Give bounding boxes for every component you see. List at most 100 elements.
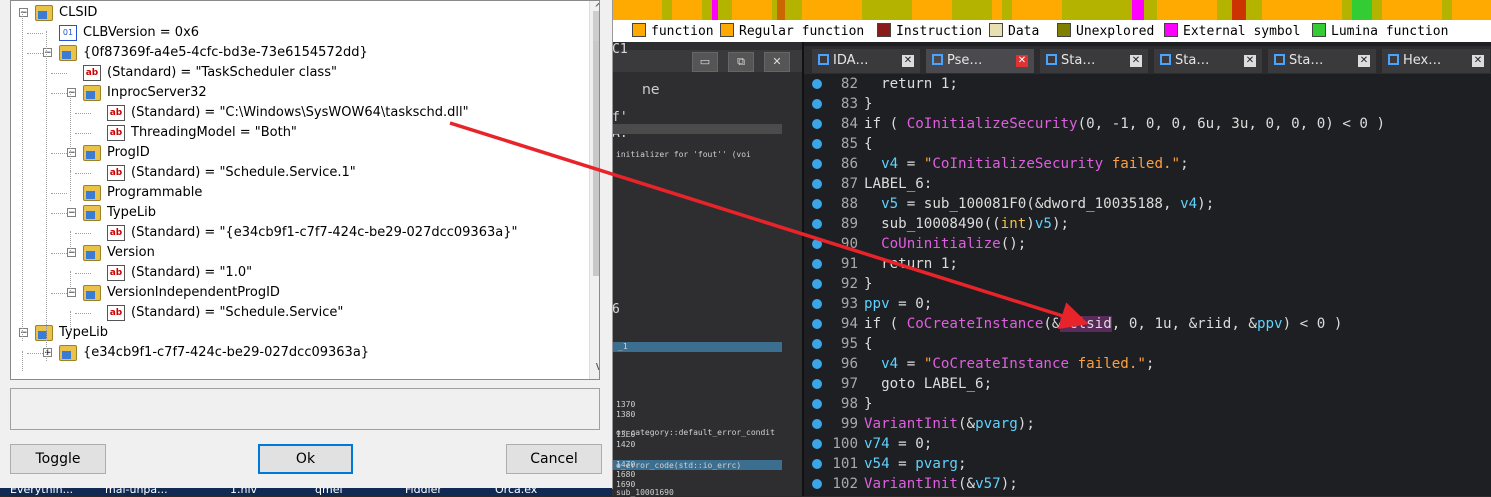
tab-3[interactable]: Sta… ✕ [1154,49,1262,73]
tree-node[interactable]: − CLSID [11,3,581,23]
breakpoint-dot-icon[interactable] [812,379,822,389]
tab-5[interactable]: Hex… ✕ [1382,49,1490,73]
scroll-thumb[interactable] [593,41,599,276]
tab-close-icon[interactable]: ✕ [1130,55,1142,67]
code-line[interactable]: 92} [804,274,1491,294]
breakpoint-dot-icon[interactable] [812,159,822,169]
breakpoint-dot-icon[interactable] [812,319,822,329]
scroll-down-arrow[interactable]: v [590,359,599,375]
breakpoint-dot-icon[interactable] [812,79,822,89]
breakpoint-dot-icon[interactable] [812,239,822,249]
breakpoint-dot-icon[interactable] [812,179,822,189]
breakpoint-dot-icon[interactable] [812,419,822,429]
tree-node[interactable]: Programmable [11,183,581,203]
tree-node[interactable]: − Version [11,243,581,263]
taskbar-item[interactable]: 1.hiv [230,488,257,495]
breakpoint-dot-icon[interactable] [812,199,822,209]
collapse-icon[interactable]: − [67,88,76,98]
breakpoint-dot-icon[interactable] [812,119,822,129]
breakpoint-dot-icon[interactable] [812,339,822,349]
tab-2[interactable]: Sta… ✕ [1040,49,1148,73]
code-line[interactable]: 102 VariantInit(&v57); [804,474,1491,494]
expand-icon[interactable]: + [43,348,52,358]
breakpoint-dot-icon[interactable] [812,219,822,229]
scroll-thumb-top[interactable] [593,11,599,41]
tab-close-icon[interactable]: ✕ [1244,55,1256,67]
code-line[interactable]: 83} [804,94,1491,114]
tab-close-icon[interactable]: ✕ [1472,55,1484,67]
tree-node[interactable]: ab (Standard) = "{e34cb9f1-c7f7-424c-be29… [11,223,581,243]
breakpoint-dot-icon[interactable] [812,479,822,489]
code-line[interactable]: 96 v4 = "CoCreateInstance failed."; [804,354,1491,374]
breakpoint-dot-icon[interactable] [812,359,822,369]
tree-node[interactable]: ab (Standard) = "C:\Windows\SysWOW64\task… [11,103,581,123]
breakpoint-dot-icon[interactable] [812,139,822,149]
tab-close-icon[interactable]: ✕ [1358,55,1370,67]
taskbar-item[interactable]: Orca.ex [495,488,537,495]
breakpoint-dot-icon[interactable] [812,399,822,409]
code-line[interactable]: 99 VariantInit(&pvarg); [804,414,1491,434]
breakpoint-dot-icon[interactable] [812,439,822,449]
tree-node[interactable]: 01 CLBVersion = 0x6 [11,23,581,43]
collapse-icon[interactable]: − [67,248,76,258]
tree-node[interactable]: − {0f87369f-a4e5-4cfc-bd3e-73e6154572dd} [11,43,581,63]
code-line[interactable]: 93 ppv = 0; [804,294,1491,314]
tree-node[interactable]: − ProgID [11,143,581,163]
code-line[interactable]: 95 { [804,334,1491,354]
breakpoint-dot-icon[interactable] [812,99,822,109]
code-line[interactable]: 100 v74 = 0; [804,434,1491,454]
tree-node[interactable]: − TypeLib [11,203,581,223]
taskbar-item[interactable]: Everythin... [10,488,73,495]
code-line[interactable]: 84 if ( CoInitializeSecurity(0, -1, 0, 0,… [804,114,1491,134]
code-line[interactable]: 87 LABEL_6: [804,174,1491,194]
tab-close-icon[interactable]: ✕ [902,55,914,67]
code-line[interactable]: 89 sub_10008490((int)v5); [804,214,1491,234]
collapse-icon[interactable]: − [67,208,76,218]
collapse-icon[interactable]: − [19,8,28,18]
collapse-icon[interactable]: − [67,288,76,298]
taskbar-item[interactable]: qmei [315,488,343,495]
navigation-band[interactable] [612,0,1491,20]
collapse-icon[interactable]: − [19,328,28,338]
code-line[interactable]: 98} [804,394,1491,414]
code-line[interactable]: 88 v5 = sub_100081F0(&dword_10035188, v4… [804,194,1491,214]
breakpoint-dot-icon[interactable] [812,279,822,289]
tile-button[interactable]: ⧉ [728,52,754,72]
ok-button[interactable]: Ok [258,444,353,474]
pseudocode-view[interactable]: 82 return 1; 83} 84 if ( CoInitializeSecuri… [804,74,1491,496]
collapse-icon[interactable]: − [67,148,76,158]
tree-node[interactable]: − TypeLib [11,323,581,343]
code-line[interactable]: 97 goto LABEL_6; [804,374,1491,394]
tree-scrollbar[interactable]: ^ v [589,1,599,379]
restore-button[interactable]: ▭ [692,52,718,72]
tree-node[interactable]: ab (Standard) = "Schedule.Service.1" [11,163,581,183]
tree-node[interactable]: ab ThreadingModel = "Both" [11,123,581,143]
code-line[interactable]: 82 return 1; [804,74,1491,94]
tab-4[interactable]: Sta… ✕ [1268,49,1376,73]
taskbar-item[interactable]: mal-unpa... [105,488,168,495]
tree-node[interactable]: ab (Standard) = "Schedule.Service" [11,303,581,323]
cancel-button[interactable]: Cancel [506,444,602,474]
tree-node[interactable]: ab (Standard) = "TaskScheduler class" [11,63,581,83]
tab-close-icon[interactable]: ✕ [1016,55,1028,67]
breakpoint-dot-icon[interactable] [812,459,822,469]
tree-node[interactable]: − InprocServer32 [11,83,581,103]
tree-node[interactable]: − VersionIndependentProgID [11,283,581,303]
registry-tree[interactable]: − CLSID 01 CLBVersion = 0x6 − {0f87369f-a4e5-… [10,0,600,380]
code-line[interactable]: 85 { [804,134,1491,154]
collapse-icon[interactable]: − [43,48,52,58]
code-line[interactable]: 86 v4 = "CoInitializeSecurity failed."; [804,154,1491,174]
breakpoint-dot-icon[interactable] [812,299,822,309]
tab-0[interactable]: IDA… ✕ [812,49,920,73]
tree-node[interactable]: + {e34cb9f1-c7f7-424c-be29-027dcc09363a} [11,343,581,363]
tab-1[interactable]: Pse… ✕ [926,49,1034,73]
breakpoint-dot-icon[interactable] [812,259,822,269]
code-line[interactable]: 94 if ( CoCreateInstance(&rclsid, 0, 1u, … [804,314,1491,334]
taskbar-item[interactable]: Fiddler [405,488,442,495]
tree-node[interactable]: ab (Standard) = "1.0" [11,263,581,283]
code-line[interactable]: 91 return 1; [804,254,1491,274]
close-pane-button[interactable]: ✕ [764,52,790,72]
toggle-button[interactable]: Toggle [10,444,106,474]
code-line[interactable]: 90 CoUninitialize(); [804,234,1491,254]
code-line[interactable]: 101 v54 = pvarg; [804,454,1491,474]
